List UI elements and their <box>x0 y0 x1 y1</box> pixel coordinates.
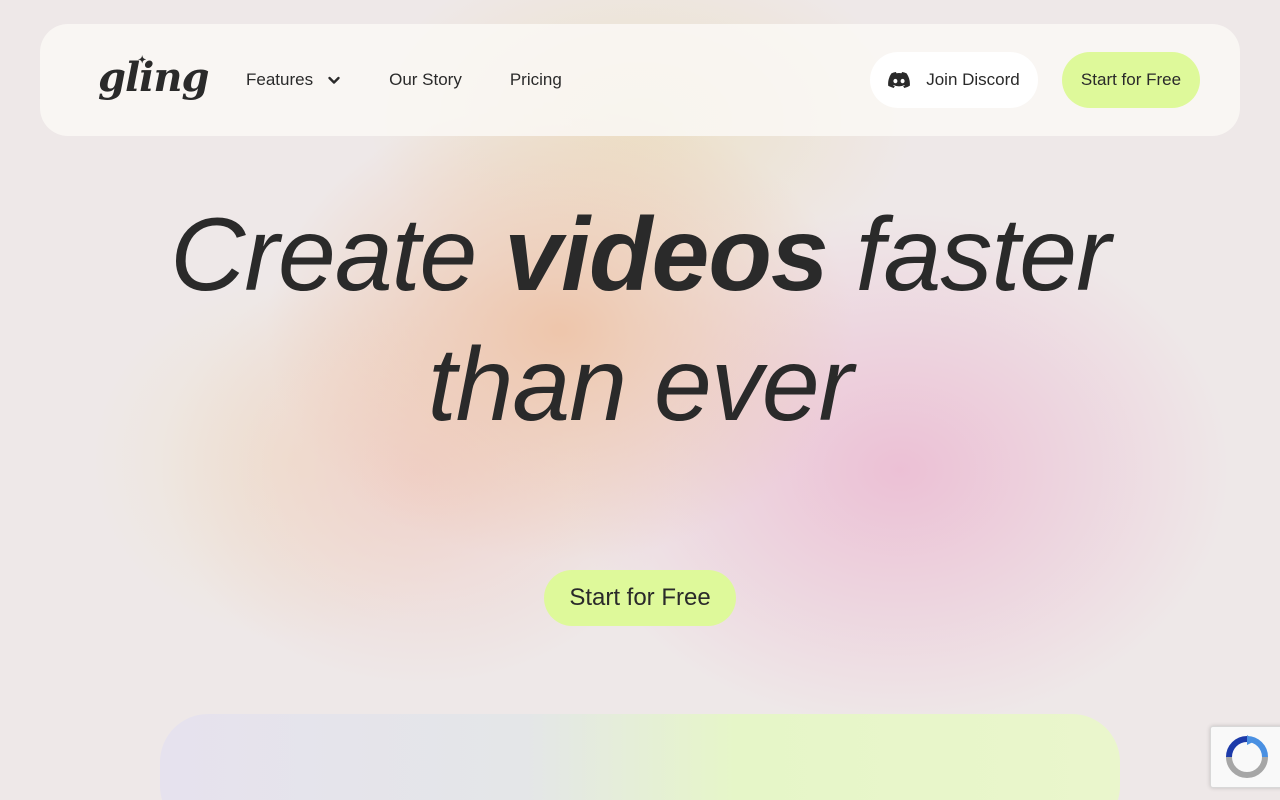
nav-item-label: Our Story <box>389 70 462 89</box>
nav-item-our-story[interactable]: Our Story <box>389 70 462 90</box>
hero-title-part1: Create <box>170 197 505 313</box>
start-for-free-hero-button[interactable]: Start for Free <box>544 570 736 626</box>
nav-item-label: Pricing <box>509 70 562 89</box>
chevron-down-icon <box>328 76 340 84</box>
hero-title-emphasis: videos <box>504 197 828 313</box>
join-discord-button[interactable]: Join Discord <box>870 52 1038 108</box>
recaptcha-icon <box>1226 735 1268 778</box>
brand-logo[interactable]: gling ✦ <box>98 50 209 106</box>
recaptcha-badge[interactable] <box>1210 726 1280 788</box>
nav-item-label: Features <box>246 70 314 89</box>
hero-title: Create videos faster than ever <box>0 190 1280 450</box>
nav-item-features[interactable]: Features <box>246 70 341 90</box>
discord-icon <box>888 72 911 88</box>
sparkle-icon: ✦ <box>138 55 146 66</box>
hero-title-part2: faster <box>827 197 1111 313</box>
brand-logo-text: gling <box>98 54 209 101</box>
hero-title-line2: than ever <box>427 327 854 443</box>
start-for-free-label: Start for Free <box>1080 70 1182 89</box>
join-discord-label: Join Discord <box>926 70 1020 89</box>
product-preview-card <box>160 714 1120 800</box>
nav-item-pricing[interactable]: Pricing <box>510 70 562 90</box>
start-for-free-nav-button[interactable]: Start for Free <box>1062 52 1200 108</box>
nav-links: Features Our Story Pricing <box>246 24 610 136</box>
hero-cta-label: Start for Free <box>569 584 711 611</box>
navbar: gling ✦ Features Our Story Pricing Join … <box>40 24 1240 136</box>
